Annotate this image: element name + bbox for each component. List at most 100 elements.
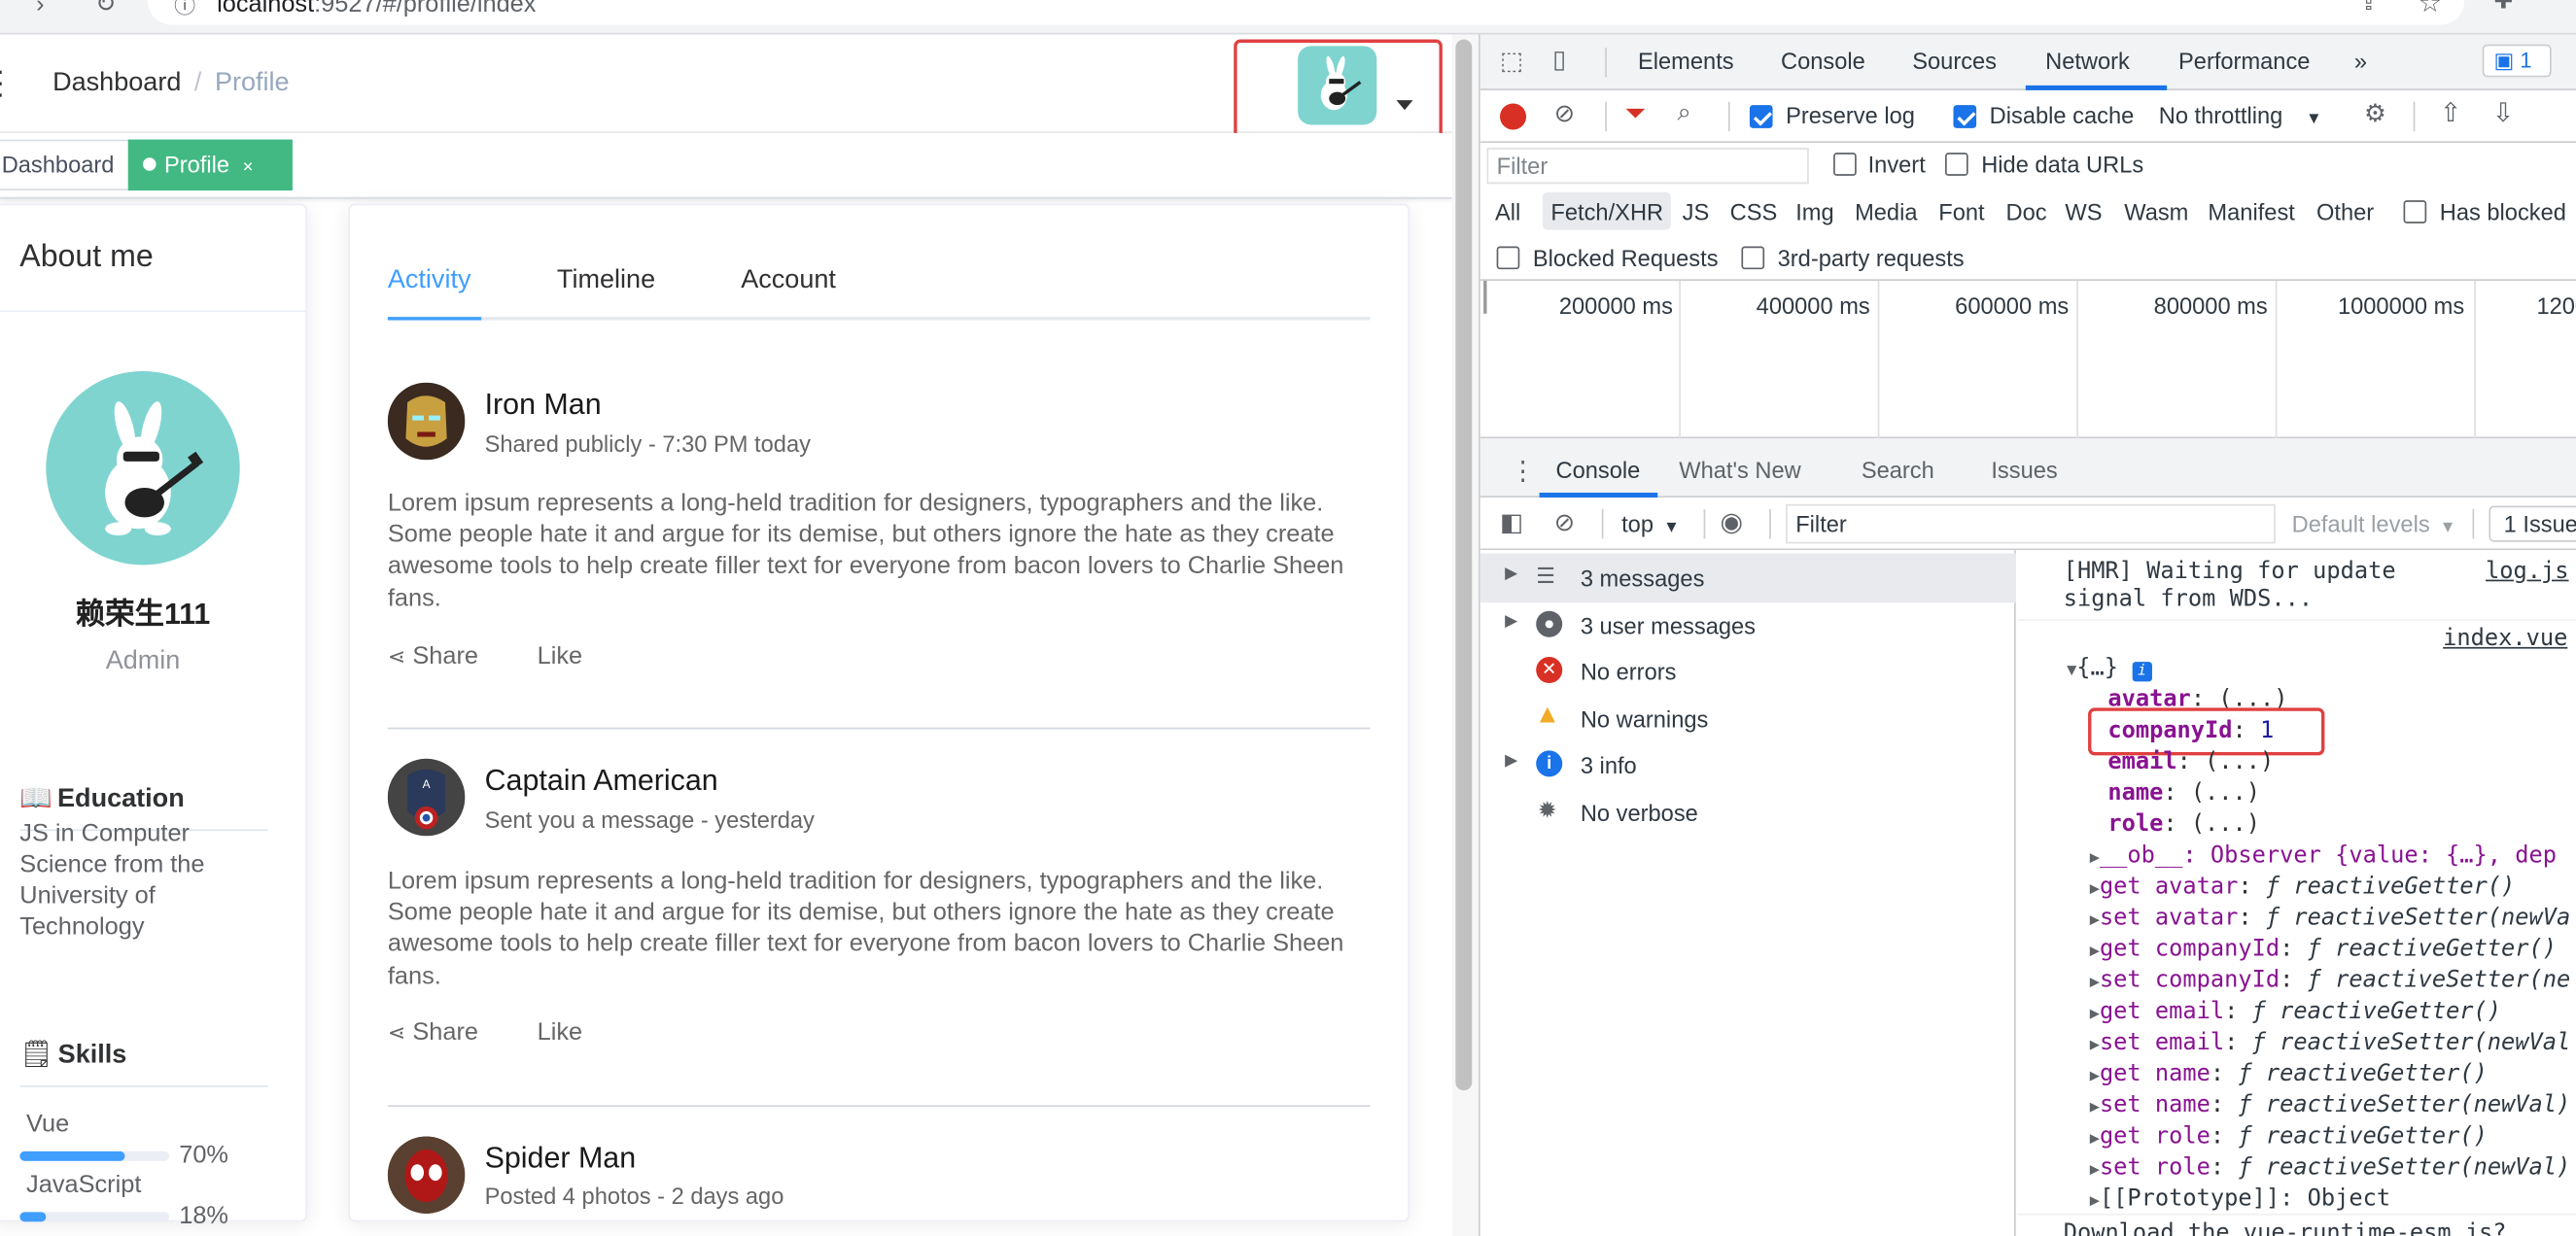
type-js[interactable]: JS xyxy=(1683,198,1710,224)
device-toolbar-icon[interactable]: ▯ xyxy=(1552,45,1566,74)
breadcrumb-dashboard[interactable]: Dashboard xyxy=(52,69,181,97)
drawer-tab-search[interactable]: Search xyxy=(1862,457,1934,483)
sidebar-item-errors[interactable]: ✕ No errors xyxy=(1490,647,2012,693)
tab-account[interactable]: Account xyxy=(741,266,836,295)
type-manifest[interactable]: Manifest xyxy=(2208,198,2294,224)
drawer-splitter[interactable] xyxy=(1479,438,2576,446)
invert-checkbox[interactable] xyxy=(1833,153,1857,176)
extensions-icon[interactable]: ✚ xyxy=(2493,0,2513,15)
type-doc[interactable]: Doc xyxy=(2006,198,2047,224)
url-text[interactable]: localhost:9527/#/profile/index xyxy=(217,0,536,18)
drawer-tab-console[interactable]: Console xyxy=(1555,457,1640,483)
more-tabs-icon[interactable]: » xyxy=(2354,48,2367,74)
tab-activity[interactable]: Activity xyxy=(388,266,471,295)
tab-elements[interactable]: Elements xyxy=(1638,48,1734,74)
type-wasm[interactable]: Wasm xyxy=(2124,198,2188,224)
scrollbar-thumb[interactable] xyxy=(1455,39,1473,1091)
tab-console[interactable]: Console xyxy=(1781,48,1865,74)
import-har-icon[interactable]: ⇧ xyxy=(2440,97,2462,130)
tab-timeline[interactable]: Timeline xyxy=(557,266,655,295)
type-all[interactable]: All xyxy=(1495,198,1520,224)
tab-performance[interactable]: Performance xyxy=(2178,48,2310,74)
tag-dashboard[interactable]: Dashboard xyxy=(0,139,129,191)
has-blocked-checkbox[interactable] xyxy=(2403,200,2427,223)
drawer-tab-whats-new[interactable]: What's New xyxy=(1679,457,1800,483)
type-media[interactable]: Media xyxy=(1855,198,1917,224)
type-css[interactable]: CSS xyxy=(1730,198,1778,224)
like-button[interactable]: Like xyxy=(538,642,583,670)
share-button[interactable]: ⋖ Share xyxy=(388,1018,478,1047)
accessor-row[interactable]: ▶get name: ƒ reactiveGetter() xyxy=(2090,1061,2488,1087)
blocked-requests-checkbox[interactable] xyxy=(1496,246,1520,270)
post-author[interactable]: Spider Man xyxy=(485,1142,637,1176)
accessor-row[interactable]: ▶set avatar: ƒ reactiveSetter(newVa xyxy=(2090,905,2571,931)
type-ws[interactable]: WS xyxy=(2065,198,2102,224)
star-icon[interactable]: ☆ xyxy=(2419,0,2442,19)
accessor-row[interactable]: ▶set role: ƒ reactiveSetter(newVal) xyxy=(2090,1154,2571,1181)
type-other[interactable]: Other xyxy=(2316,198,2374,224)
hide-data-urls-checkbox[interactable] xyxy=(1945,153,1968,176)
clear-console-icon[interactable]: ⊘ xyxy=(1554,507,1575,537)
post-author[interactable]: Iron Man xyxy=(485,388,602,422)
property-value[interactable]: (...) xyxy=(2191,811,2260,838)
levels-select[interactable]: Default levels ▼ xyxy=(2292,511,2456,537)
tab-network[interactable]: Network xyxy=(2045,48,2130,74)
disable-cache-checkbox[interactable] xyxy=(1953,105,1977,128)
search-icon[interactable]: ⌕ xyxy=(1678,98,1691,126)
clear-icon[interactable]: ⊘ xyxy=(1554,98,1575,128)
context-select[interactable]: top ▼ xyxy=(1621,511,1680,537)
sidebar-item-info[interactable]: ▶ i 3 info xyxy=(1490,740,2012,786)
console-filter-input[interactable] xyxy=(1786,503,2276,544)
reload-icon[interactable]: ↻ xyxy=(95,0,116,18)
accessor-row[interactable]: ▶set email: ƒ reactiveSetter(newVal xyxy=(2090,1030,2571,1056)
preserve-log-checkbox[interactable] xyxy=(1749,105,1773,128)
property-value[interactable]: (...) xyxy=(2205,749,2274,775)
source-link[interactable]: log.js xyxy=(2486,559,2568,585)
sidebar-item-messages[interactable]: ▶ ☰ 3 messages xyxy=(1490,554,2012,600)
type-img[interactable]: Img xyxy=(1795,198,1833,224)
accessor-row[interactable]: ▶get avatar: ƒ reactiveGetter() xyxy=(2090,874,2516,900)
network-overview[interactable]: 200000 ms 400000 ms 600000 ms 800000 ms … xyxy=(1479,280,2576,439)
tab-sources[interactable]: Sources xyxy=(1912,48,1997,74)
share-icon[interactable]: ⇪ xyxy=(2359,0,2379,17)
like-button[interactable]: Like xyxy=(538,1018,583,1047)
sidebar-item-warnings[interactable]: ▲ No warnings xyxy=(1490,695,2012,740)
share-button[interactable]: ⋖ Share xyxy=(388,642,478,670)
prototype-row[interactable]: ▶[[Prototype]]: Object xyxy=(2090,1185,2390,1212)
accessor-row[interactable]: ▶get role: ƒ reactiveGetter() xyxy=(2090,1123,2488,1150)
throttling-select[interactable]: No throttling ▼ xyxy=(2159,102,2322,128)
record-icon[interactable] xyxy=(1500,103,1527,130)
forward-icon[interactable]: › xyxy=(36,0,44,18)
eye-icon[interactable]: ◉ xyxy=(1720,506,1743,539)
property-value[interactable]: (...) xyxy=(2191,780,2260,807)
issues-count-button[interactable]: 1 Issue xyxy=(2489,505,2576,542)
type-fetch-xhr[interactable]: Fetch/XHR xyxy=(1550,198,1663,224)
accessor-row[interactable]: ▶set companyId: ƒ reactiveSetter(ne xyxy=(2090,967,2571,993)
network-conditions-icon[interactable]: ⚙ xyxy=(2364,98,2386,128)
user-avatar[interactable] xyxy=(1298,46,1377,125)
observer-row[interactable]: ▶__ob__: Observer {value: {…}, dep xyxy=(2090,842,2557,869)
drawer-tab-issues[interactable]: Issues xyxy=(1991,457,2057,483)
post-author[interactable]: Captain American xyxy=(485,764,718,798)
type-font[interactable]: Font xyxy=(1938,198,1984,224)
filter-icon[interactable]: ⏷ xyxy=(1624,100,1646,129)
close-icon[interactable]: × xyxy=(243,157,254,177)
source-link[interactable]: index.vue xyxy=(2443,626,2567,652)
hamburger-icon[interactable] xyxy=(0,70,5,97)
issues-badge[interactable]: ▣ 1 xyxy=(2482,44,2552,78)
inspect-icon[interactable]: ⬚ xyxy=(1500,46,1523,76)
sidebar-toggle-icon[interactable]: ◧ xyxy=(1500,507,1523,537)
accessor-row[interactable]: ▶get companyId: ƒ reactiveGetter() xyxy=(2090,936,2557,962)
drawer-menu-icon[interactable]: ⋮ xyxy=(1510,455,1536,488)
sidebar-item-verbose[interactable]: ✹ No verbose xyxy=(1490,788,2012,834)
sidebar-item-user-messages[interactable]: ▶ ● 3 user messages xyxy=(1490,601,2012,647)
accessor-row[interactable]: ▶get email: ƒ reactiveGetter() xyxy=(2090,999,2501,1025)
site-info-icon[interactable]: ⓘ xyxy=(174,0,195,19)
chevron-down-icon[interactable] xyxy=(1396,100,1413,111)
accessor-row[interactable]: ▶set name: ƒ reactiveSetter(newVal) xyxy=(2090,1092,2571,1118)
expand-arrow-icon: ▶ xyxy=(1505,752,1518,771)
export-har-icon[interactable]: ⇩ xyxy=(2492,97,2515,130)
tag-profile[interactable]: Profile × xyxy=(127,139,293,191)
third-party-checkbox[interactable] xyxy=(1741,246,1765,270)
object-header[interactable]: ▼{…} i xyxy=(2067,655,2152,682)
